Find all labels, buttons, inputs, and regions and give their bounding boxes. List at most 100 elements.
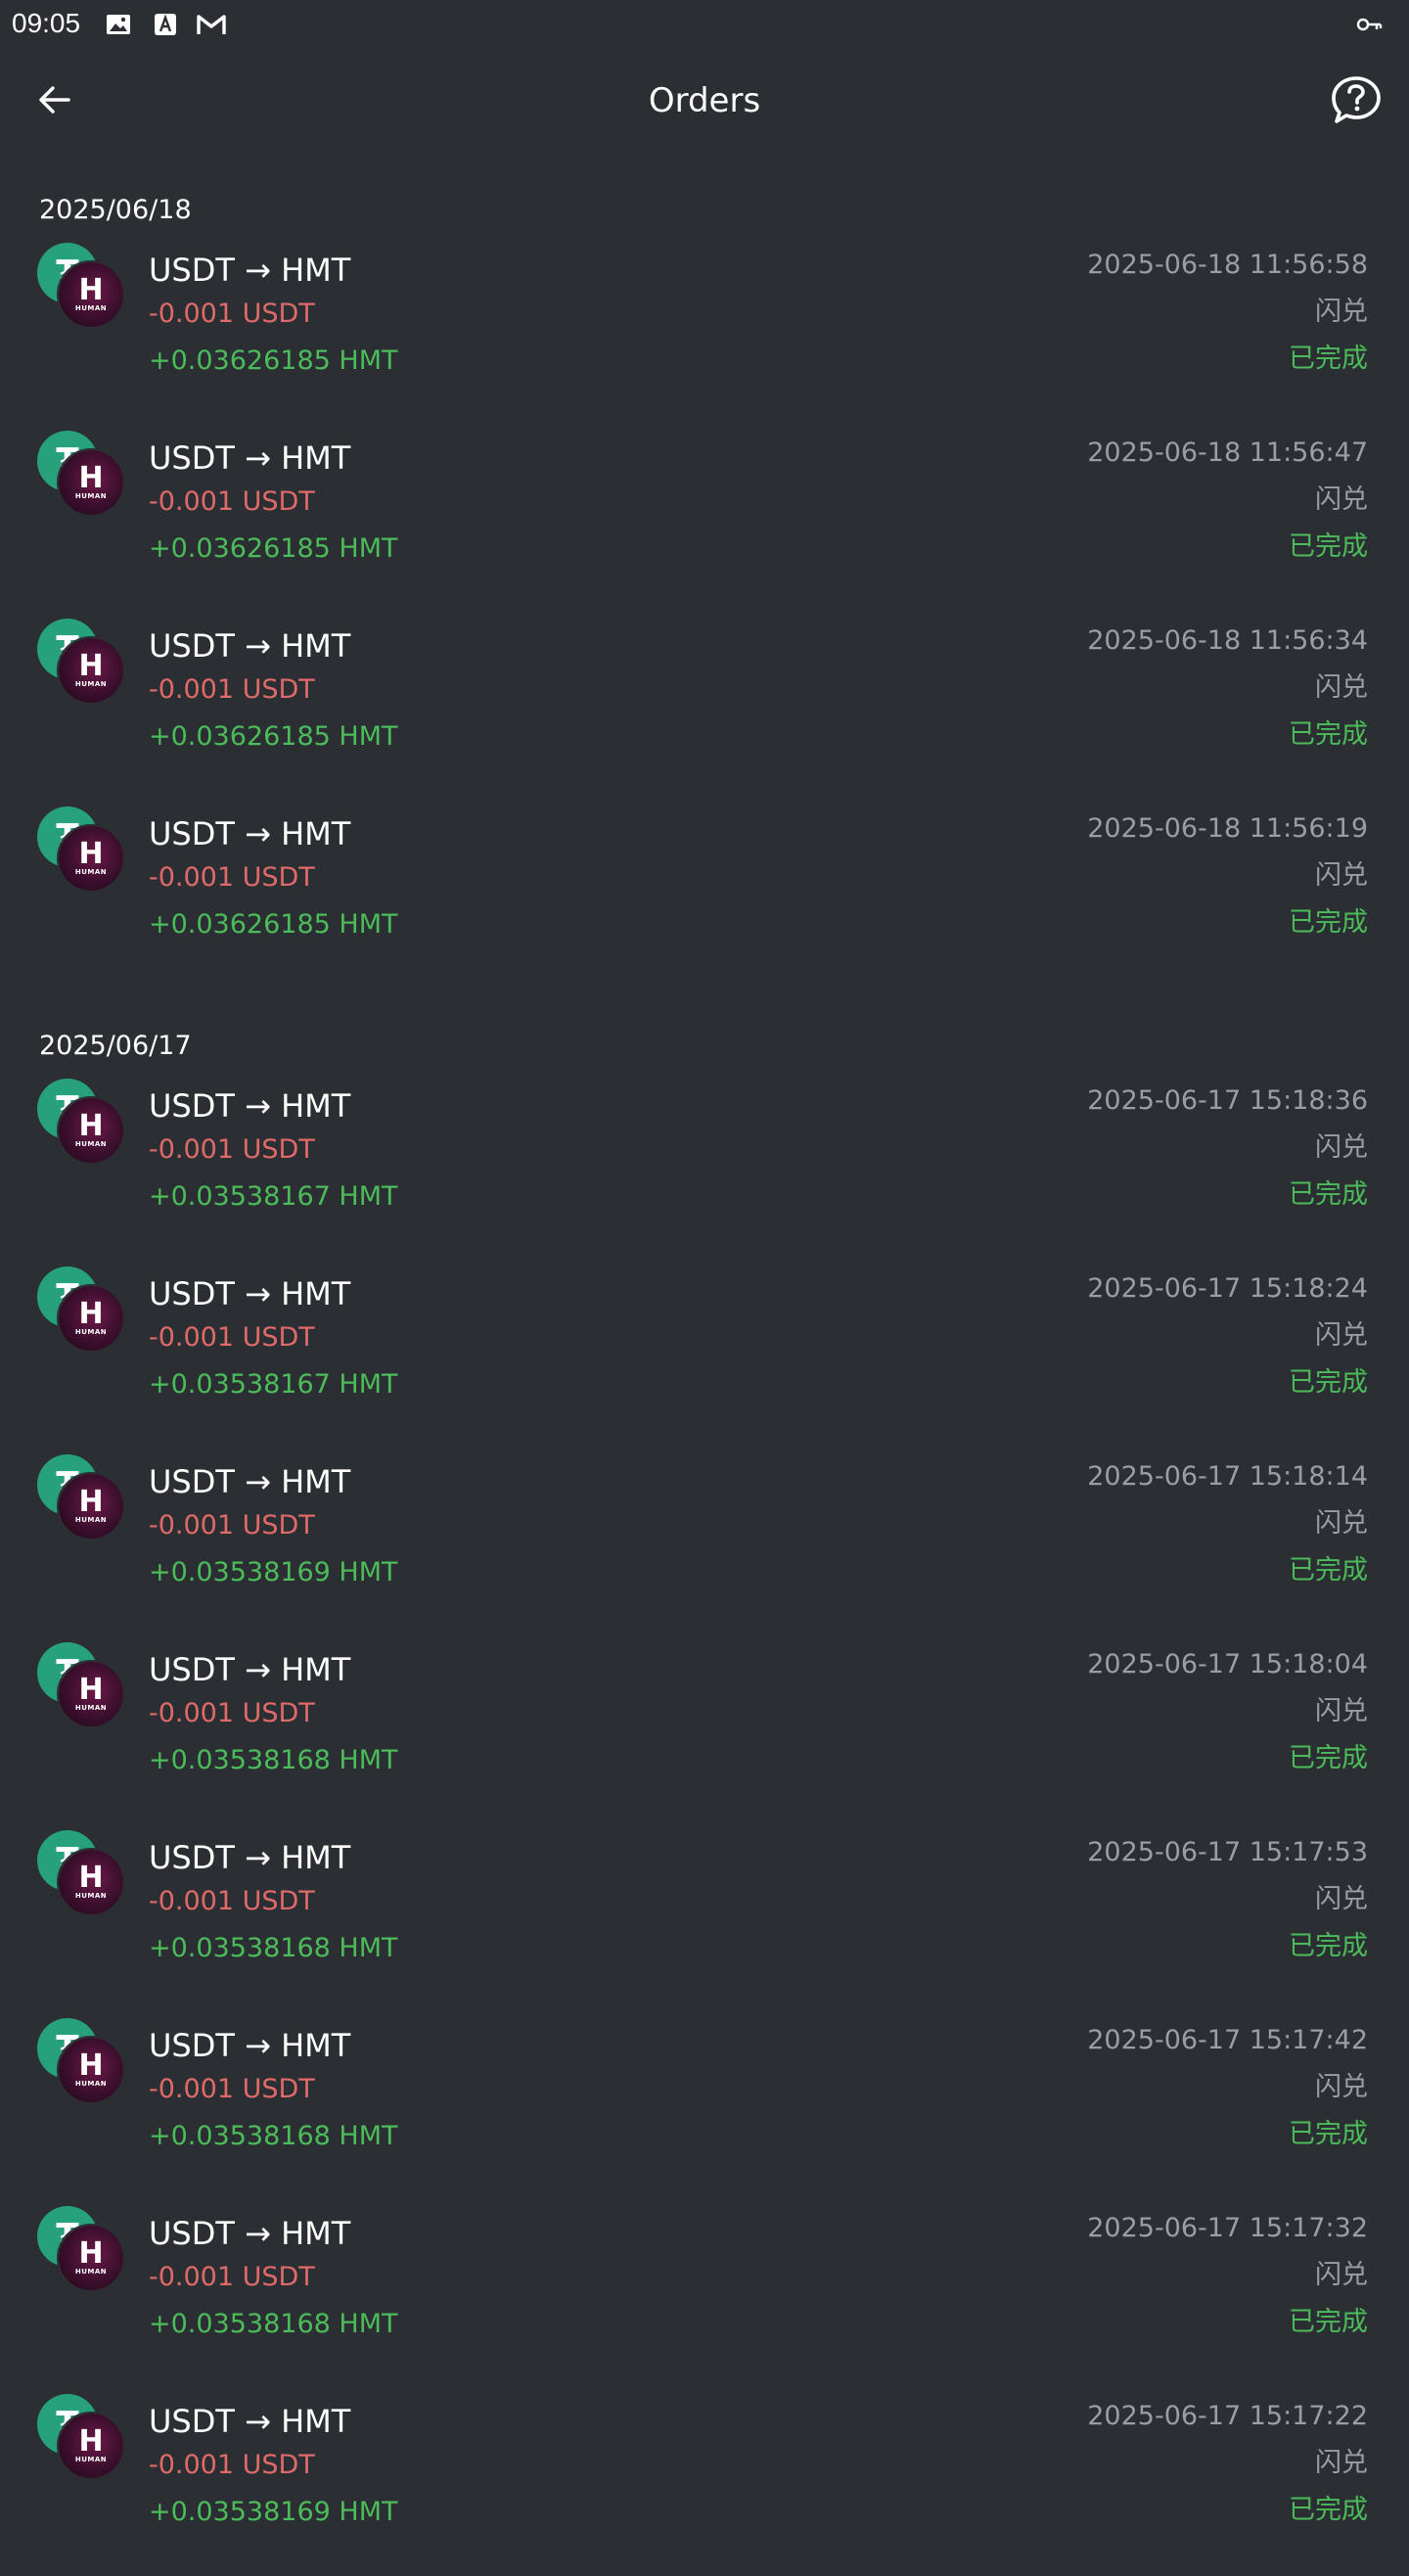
order-status: 已完成 [1289, 2119, 1368, 2149]
order-row[interactable]: ₮HHUMAN USDT → HMT -0.001 USDT +0.03538169 … [0, 1449, 1409, 1636]
order-timestamp: 2025-06-18 11:56:47 [1087, 437, 1368, 468]
order-type: 闪兑 [1315, 1696, 1368, 1726]
order-type: 闪兑 [1315, 1508, 1368, 1539]
hmt-token-icon: H HUMAN [59, 1662, 123, 1726]
hmt-token-icon: H HUMAN [59, 826, 123, 891]
app-bar: Orders [0, 49, 1409, 153]
token-pair-icons: ₮HHUMAN [37, 2018, 125, 2106]
amount-out: -0.001 USDT [149, 1886, 315, 1916]
order-list: 2025/06/18 ₮HHUMAN USDT → HMT -0.001 USDT +0… [0, 153, 1409, 2576]
amount-in: +0.03538167 HMT [149, 1181, 398, 1212]
hmt-token-icon: H HUMAN [59, 1098, 123, 1163]
order-status: 已完成 [1289, 1743, 1368, 1773]
order-status: 已完成 [1289, 2307, 1368, 2337]
order-type: 闪兑 [1315, 860, 1368, 891]
image-icon [104, 10, 133, 39]
order-status: 已完成 [1289, 907, 1368, 938]
amount-in: +0.03626185 HMT [149, 533, 398, 564]
order-row[interactable]: ₮HHUMAN USDT → HMT -0.001 USDT +0.03626185 … [0, 237, 1409, 425]
order-status: 已完成 [1289, 2495, 1368, 2525]
back-button[interactable] [23, 70, 86, 133]
order-type: 闪兑 [1315, 672, 1368, 703]
amount-out: -0.001 USDT [149, 1134, 315, 1165]
token-pair-icons: ₮HHUMAN [37, 2206, 125, 2294]
token-pair-icons: ₮HHUMAN [37, 1079, 125, 1167]
amount-in: +0.03538169 HMT [149, 1557, 398, 1587]
swap-pair-label: USDT → HMT [149, 2215, 351, 2252]
order-status: 已完成 [1289, 1179, 1368, 1210]
amount-in: +0.03538169 HMT [149, 2497, 398, 2527]
date-group-header: 2025/06/18 [0, 153, 1409, 237]
help-chat-icon [1329, 74, 1384, 129]
order-type: 闪兑 [1315, 1132, 1368, 1163]
swap-pair-label: USDT → HMT [149, 1463, 351, 1500]
amount-out: -0.001 USDT [149, 2450, 315, 2480]
order-row[interactable]: ₮HHUMAN USDT → HMT -0.001 USDT +0.03626185 … [0, 425, 1409, 613]
amount-in: +0.03538168 HMT [149, 2121, 398, 2151]
order-timestamp: 2025-06-18 11:56:58 [1087, 250, 1368, 280]
order-status: 已完成 [1289, 1931, 1368, 1961]
order-status: 已完成 [1289, 344, 1368, 374]
page-title: Orders [648, 81, 761, 120]
order-type: 闪兑 [1315, 1320, 1368, 1351]
amount-in: +0.03538168 HMT [149, 1745, 398, 1775]
swap-pair-label: USDT → HMT [149, 2403, 351, 2440]
order-timestamp: 2025-06-17 15:17:53 [1087, 1837, 1368, 1867]
hmt-token-icon: H HUMAN [59, 2226, 123, 2290]
order-row[interactable]: ₮HHUMAN USDT → HMT -0.001 USDT +0.03538167 … [0, 1073, 1409, 1261]
order-row[interactable]: ₮HHUMAN USDT → HMT -0.001 USDT +0.03538168 … [0, 1636, 1409, 1824]
hmt-token-icon: H HUMAN [59, 2038, 123, 2102]
token-pair-icons: ₮HHUMAN [37, 1830, 125, 1918]
swap-pair-label: USDT → HMT [149, 815, 351, 852]
swap-pair-label: USDT → HMT [149, 1275, 351, 1312]
swap-pair-label: USDT → HMT [149, 252, 351, 289]
order-timestamp: 2025-06-17 15:17:32 [1087, 2213, 1368, 2243]
amount-out: -0.001 USDT [149, 674, 315, 705]
hmt-token-icon: H HUMAN [59, 638, 123, 703]
amount-in: +0.03626185 HMT [149, 909, 398, 940]
token-pair-icons: ₮HHUMAN [37, 1454, 125, 1542]
order-row[interactable]: ₮HHUMAN USDT → HMT -0.001 USDT +0.03538168 … [0, 2012, 1409, 2200]
amount-out: -0.001 USDT [149, 862, 315, 893]
swap-pair-label: USDT → HMT [149, 1839, 351, 1876]
status-time: 09:05 [12, 8, 81, 38]
amount-out: -0.001 USDT [149, 486, 315, 517]
token-pair-icons: ₮HHUMAN [37, 619, 125, 707]
hmt-token-icon: H HUMAN [59, 1286, 123, 1351]
amount-out: -0.001 USDT [149, 2262, 315, 2292]
order-row[interactable]: ₮HHUMAN USDT → HMT -0.001 USDT +0.03538169 … [0, 2388, 1409, 2576]
token-pair-icons: ₮HHUMAN [37, 806, 125, 895]
amount-in: +0.03626185 HMT [149, 721, 398, 752]
token-pair-icons: ₮HHUMAN [37, 1642, 125, 1730]
group-date: 2025/06/17 [39, 1031, 192, 1061]
amount-out: -0.001 USDT [149, 1698, 315, 1728]
arrow-left-icon [35, 80, 74, 123]
hmt-token-icon: H HUMAN [59, 1850, 123, 1914]
swap-pair-label: USDT → HMT [149, 2027, 351, 2064]
swap-pair-label: USDT → HMT [149, 1651, 351, 1688]
token-pair-icons: ₮HHUMAN [37, 1266, 125, 1355]
amount-in: +0.03538168 HMT [149, 2309, 398, 2339]
amount-out: -0.001 USDT [149, 299, 315, 329]
order-type: 闪兑 [1315, 484, 1368, 515]
order-timestamp: 2025-06-17 15:18:14 [1087, 1461, 1368, 1492]
order-type: 闪兑 [1315, 2448, 1368, 2478]
order-timestamp: 2025-06-17 15:18:04 [1087, 1649, 1368, 1679]
status-bar: 09:05 [0, 0, 1409, 49]
order-row[interactable]: ₮HHUMAN USDT → HMT -0.001 USDT +0.03538167 … [0, 1261, 1409, 1449]
order-timestamp: 2025-06-18 11:56:34 [1087, 625, 1368, 656]
token-pair-icons: ₮HHUMAN [37, 2394, 125, 2482]
amount-out: -0.001 USDT [149, 2074, 315, 2104]
help-button[interactable] [1325, 70, 1387, 133]
font-a-icon [151, 10, 180, 39]
order-row[interactable]: ₮HHUMAN USDT → HMT -0.001 USDT +0.03626185 … [0, 613, 1409, 801]
order-row[interactable]: ₮HHUMAN USDT → HMT -0.001 USDT +0.03626185 … [0, 801, 1409, 989]
group-date: 2025/06/18 [39, 195, 192, 225]
order-row[interactable]: ₮HHUMAN USDT → HMT -0.001 USDT +0.03538168 … [0, 2200, 1409, 2388]
order-type: 闪兑 [1315, 297, 1368, 327]
swap-pair-label: USDT → HMT [149, 439, 351, 477]
order-status: 已完成 [1289, 1555, 1368, 1586]
order-status: 已完成 [1289, 1367, 1368, 1398]
key-icon [1354, 10, 1384, 39]
order-row[interactable]: ₮HHUMAN USDT → HMT -0.001 USDT +0.03538168 … [0, 1824, 1409, 2012]
